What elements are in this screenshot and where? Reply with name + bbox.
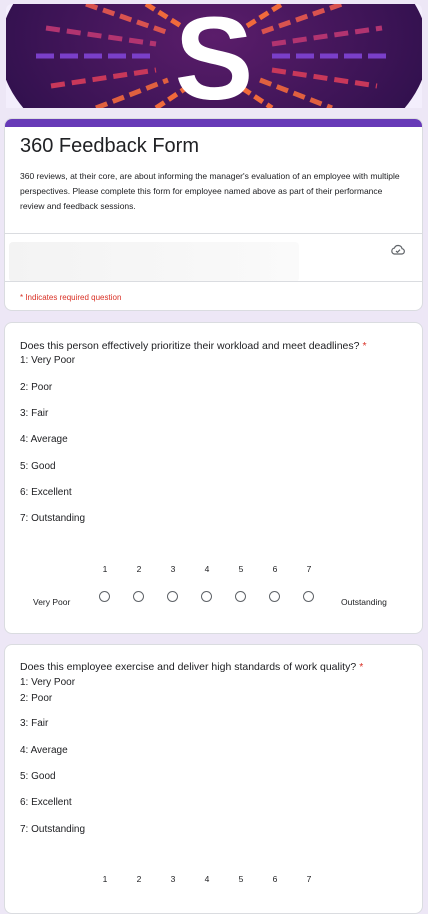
- scale-low-label: Very Poor: [33, 597, 71, 607]
- scale-number: 5: [238, 874, 244, 884]
- scale-description: 3: Fair: [20, 408, 49, 419]
- scale-description: 6: Excellent: [20, 797, 72, 808]
- scale-number: 4: [204, 874, 210, 884]
- scale-description: 7: Outstanding: [20, 513, 86, 524]
- scale-description: 3: Fair: [20, 718, 49, 729]
- scale-description: 2: Poor: [20, 693, 53, 704]
- required-note: * Indicates required question: [20, 293, 122, 302]
- scale-description: 4: Average: [20, 745, 68, 756]
- scale-description: 5: Good: [20, 771, 56, 782]
- divider: [5, 281, 422, 282]
- form-header-card: 360 Feedback Form 360 reviews, at their …: [4, 118, 423, 311]
- scale-number: 1: [102, 874, 108, 884]
- rating-radio-5[interactable]: [235, 591, 246, 602]
- cloud-saved-icon[interactable]: [390, 242, 406, 258]
- scale-number: 3: [170, 564, 176, 574]
- scale-description: 5: Good: [20, 461, 56, 472]
- divider: [5, 233, 422, 234]
- scale-high-label: Outstanding: [341, 597, 387, 607]
- scale-number: 3: [170, 874, 176, 884]
- scale-description: 2: Poor: [20, 382, 53, 393]
- scale-description: 1: Very Poor: [20, 355, 76, 366]
- rating-radio-7[interactable]: [303, 591, 314, 602]
- sunburst-logo: S: [6, 4, 422, 108]
- scale-description: 7: Outstanding: [20, 824, 86, 835]
- logo-letter: S: [175, 4, 254, 108]
- scale-number: 6: [272, 564, 278, 574]
- account-info: [9, 242, 299, 282]
- form-description: 360 reviews, at their core, are about in…: [20, 171, 400, 211]
- rating-radio-3[interactable]: [167, 591, 178, 602]
- question-card-2: Does this employee exercise and deliver …: [4, 644, 423, 914]
- rating-radio-2[interactable]: [133, 591, 144, 602]
- scale-number: 7: [306, 874, 312, 884]
- form-title: 360 Feedback Form: [20, 135, 199, 157]
- scale-number: 5: [238, 564, 244, 574]
- scale-description: 1: Very Poor: [20, 677, 76, 688]
- required-star: *: [359, 661, 364, 673]
- scale-number: 6: [272, 874, 278, 884]
- scale-number: 2: [136, 874, 142, 884]
- scale-description: 6: Excellent: [20, 487, 72, 498]
- accent-bar: [5, 119, 422, 127]
- required-star: *: [362, 340, 367, 352]
- scale-number: 1: [102, 564, 108, 574]
- question-card-1: Does this person effectively prioritize …: [4, 322, 423, 634]
- rating-radio-1[interactable]: [99, 591, 110, 602]
- header-banner: S: [6, 4, 422, 108]
- scale-number: 7: [306, 564, 312, 574]
- rating-radio-6[interactable]: [269, 591, 280, 602]
- question-title: Does this person effectively prioritize …: [20, 340, 367, 352]
- scale-number: 4: [204, 564, 210, 574]
- scale-description: 4: Average: [20, 434, 68, 445]
- rating-radio-4[interactable]: [201, 591, 212, 602]
- scale-number: 2: [136, 564, 142, 574]
- question-title: Does this employee exercise and deliver …: [20, 661, 364, 673]
